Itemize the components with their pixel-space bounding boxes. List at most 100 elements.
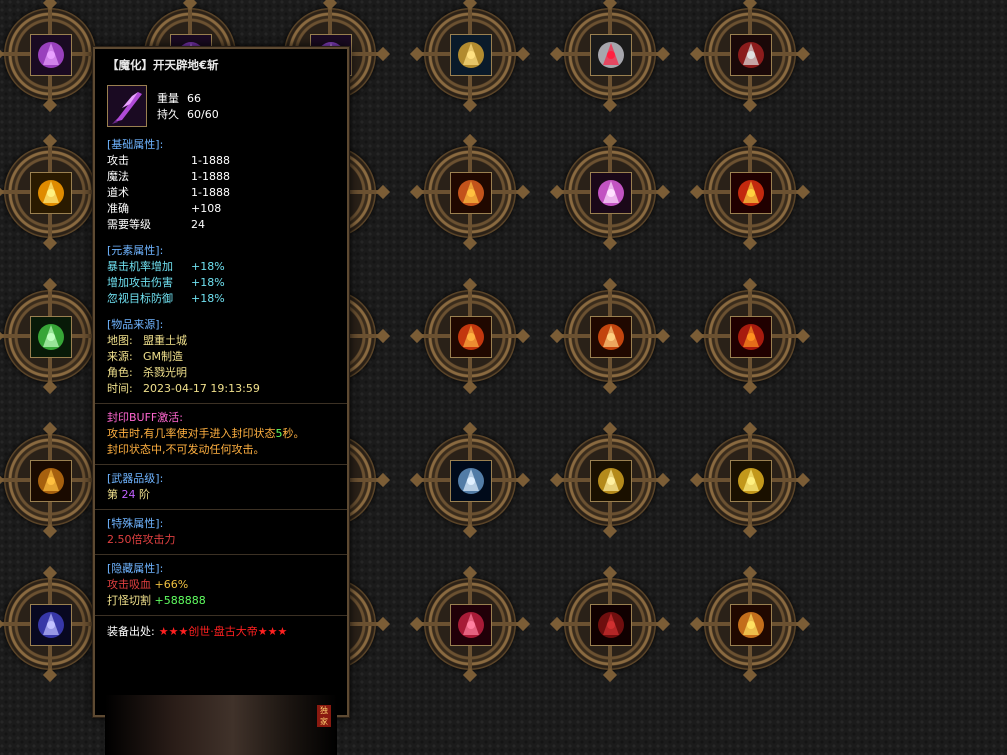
slot-ornament: [655, 616, 671, 632]
equipment-slot[interactable]: [409, 565, 531, 683]
golden-bull-icon[interactable]: [450, 34, 492, 76]
seal-seconds: 5: [275, 427, 283, 440]
red-helmet-icon[interactable]: [730, 34, 772, 76]
blue-ring-icon[interactable]: [450, 460, 492, 502]
equipment-slot[interactable]: [409, 277, 531, 395]
slot-ornament: [689, 472, 705, 488]
golden-gun-icon[interactable]: [590, 460, 632, 502]
slot-ornament: [742, 421, 758, 437]
slot-ornament: [602, 565, 618, 581]
slot-ornament: [42, 565, 58, 581]
equipment-slot[interactable]: [689, 565, 811, 683]
flame-spear-icon[interactable]: [590, 316, 632, 358]
attribute-row: 地图: 盟重土城: [107, 333, 335, 349]
slot-ornament: [602, 421, 618, 437]
equipment-slot[interactable]: [0, 277, 111, 395]
fire-arrow-icon[interactable]: [450, 316, 492, 358]
equipment-source: 装备出处: ★★★创世·盘古大帝★★★: [95, 616, 347, 648]
equipment-slot[interactable]: [549, 421, 671, 539]
source-value: ★★★创世·盘古大帝★★★: [158, 625, 288, 638]
pink-orb-icon[interactable]: [590, 172, 632, 214]
grade-suffix: 阶: [139, 488, 150, 501]
purple-blade-icon[interactable]: [30, 34, 72, 76]
golden-bag-icon[interactable]: [730, 460, 772, 502]
slot-ornament: [795, 184, 811, 200]
slot-ornament: [409, 328, 425, 344]
equipment-slot[interactable]: [409, 133, 531, 251]
slot-ornament: [322, 0, 338, 11]
dragon-eye-icon[interactable]: [30, 604, 72, 646]
equipment-slot[interactable]: [0, 0, 111, 113]
attribute-row: 攻击 1-1888: [107, 153, 335, 169]
attribute-value: GM制造: [143, 350, 184, 363]
green-mask-icon[interactable]: [30, 316, 72, 358]
equipment-slot[interactable]: [689, 421, 811, 539]
slot-ornament: [462, 667, 478, 683]
item-tooltip: 【魔化】开天辟地€斩 重量 66 持久 60/60 [基础属性]: 攻击 1-1888…: [93, 47, 349, 755]
slot-ornament: [42, 667, 58, 683]
hidden-attr-key: 攻击吸血: [107, 578, 151, 591]
fire-emblem-icon[interactable]: [730, 172, 772, 214]
sun-emblem-icon[interactable]: [730, 604, 772, 646]
item-title: 【魔化】开天辟地€斩: [107, 58, 219, 72]
slot-ornament: [409, 46, 425, 62]
slot-ornament: [655, 184, 671, 200]
attribute-key: 忽视目标防御: [107, 292, 173, 305]
slot-ornament: [375, 328, 391, 344]
slot-ornament: [742, 133, 758, 149]
slot-ornament: [602, 379, 618, 395]
fire-burst-icon[interactable]: [730, 316, 772, 358]
attribute-key: 地图:: [107, 334, 133, 347]
equipment-slot[interactable]: [549, 277, 671, 395]
equipment-slot[interactable]: [0, 565, 111, 683]
attribute-key: 增加攻击伤害: [107, 276, 173, 289]
slot-ornament: [655, 328, 671, 344]
equipment-slot[interactable]: [689, 133, 811, 251]
slot-ornament: [795, 46, 811, 62]
slot-ornament: [462, 97, 478, 113]
attribute-row: 忽视目标防御 +18%: [107, 291, 335, 307]
crimson-rose-icon[interactable]: [450, 604, 492, 646]
slot-ornament: [462, 0, 478, 11]
seal-text-b: 秒。: [282, 427, 305, 440]
slot-ornament: [515, 472, 531, 488]
slot-ornament: [462, 133, 478, 149]
attribute-value: 1-1888: [191, 186, 230, 199]
attribute-value: 24: [191, 218, 205, 231]
slot-ornament: [602, 133, 618, 149]
attribute-key: 时间:: [107, 382, 133, 395]
slot-ornament: [549, 616, 565, 632]
attribute-row: 时间: 2023-04-17 19:13:59: [107, 381, 335, 397]
slot-ornament: [689, 328, 705, 344]
equipment-slot[interactable]: [549, 0, 671, 113]
red-armor-icon[interactable]: [590, 604, 632, 646]
slot-ornament: [742, 523, 758, 539]
slot-ornament: [655, 46, 671, 62]
slot-ornament: [795, 616, 811, 632]
equipment-slot[interactable]: [0, 133, 111, 251]
equipment-slot[interactable]: [549, 565, 671, 683]
seal-buff-line1: 攻击时,有几率使对手进入封印状态 5 秒。: [107, 426, 335, 442]
attribute-row: 准确 +108: [107, 201, 335, 217]
source-label: 装备出处:: [107, 625, 155, 638]
equipment-slot[interactable]: [549, 133, 671, 251]
attribute-value: 2023-04-17 19:13:59: [143, 382, 260, 395]
attribute-value: +18%: [191, 276, 225, 289]
attribute-key: 道术: [107, 186, 129, 199]
equipment-slot[interactable]: [409, 421, 531, 539]
attribute-value: 1-1888: [191, 170, 230, 183]
slot-ornament: [0, 46, 5, 62]
slot-ornament: [375, 616, 391, 632]
equipment-slot[interactable]: [689, 277, 811, 395]
equipment-slot[interactable]: [0, 421, 111, 539]
slot-ornament: [742, 235, 758, 251]
equipment-slot[interactable]: [689, 0, 811, 113]
golden-staff-icon[interactable]: [30, 460, 72, 502]
armored-boots-icon[interactable]: [590, 34, 632, 76]
slot-ornament: [602, 277, 618, 293]
slot-ornament: [42, 277, 58, 293]
slot-ornament: [549, 184, 565, 200]
equipment-slot[interactable]: [409, 0, 531, 113]
flame-sword-icon[interactable]: [450, 172, 492, 214]
golden-ring-icon[interactable]: [30, 172, 72, 214]
